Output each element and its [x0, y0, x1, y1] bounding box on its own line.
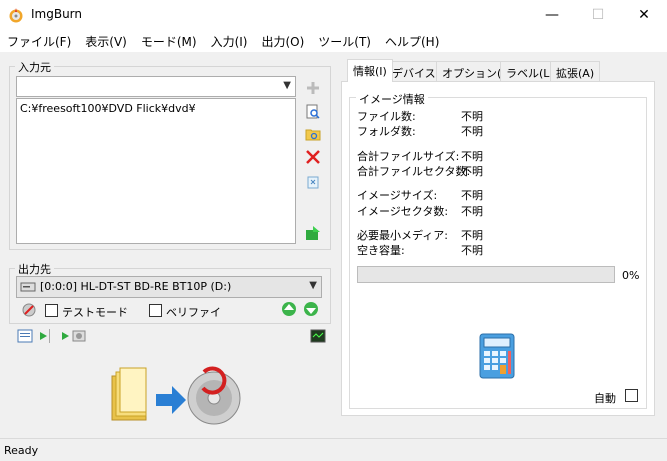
minimize-button[interactable]: — [529, 0, 575, 30]
verify-checkbox[interactable] [149, 304, 162, 317]
image-info-group-label: イメージ情報 [356, 91, 428, 107]
image-size-value: 不明 [461, 189, 483, 202]
window-title: ImgBurn [31, 7, 83, 21]
close-button[interactable]: ✕ [621, 0, 667, 30]
menu-tools[interactable]: ツール(T) [311, 30, 378, 52]
source-combo[interactable]: ▼ [16, 76, 296, 97]
move-down-icon[interactable] [302, 300, 320, 318]
build-illustration [111, 366, 241, 425]
disc-icon [187, 366, 241, 425]
tab-device[interactable]: デバイス [386, 61, 442, 81]
status-text: Ready [4, 444, 39, 457]
image-size-label: イメージサイズ: [357, 189, 438, 202]
total-file-size-label: 合計ファイルサイズ: [357, 150, 460, 163]
imgburn-app-icon [9, 8, 23, 23]
maximize-button[interactable]: ☐ [575, 0, 621, 30]
source-group-label: 入力元 [15, 59, 54, 75]
progress-bar [357, 266, 615, 283]
image-sectors-value: 不明 [461, 205, 483, 218]
folder-icon [111, 367, 147, 421]
total-file-sectors-label: 合計ファイルセクタ数: [357, 165, 471, 178]
source-file-list[interactable]: C:¥freesoft100¥DVD Flick¥dvd¥ [16, 98, 296, 244]
settings-icon[interactable] [70, 327, 88, 345]
menu-help[interactable]: ヘルプ(H) [378, 30, 446, 52]
title-bar: ImgBurn — ☐ ✕ [0, 0, 667, 30]
test-mode-label: テストモード [62, 306, 128, 319]
separator [48, 327, 50, 345]
auto-checkbox[interactable] [625, 389, 638, 402]
free-space-label: 空き容量: [357, 244, 405, 257]
menu-file[interactable]: ファイル(F) [0, 30, 78, 52]
add-icon[interactable] [304, 79, 322, 97]
menu-mode[interactable]: モード(M) [134, 30, 204, 52]
clear-icon[interactable] [304, 173, 322, 191]
menu-output[interactable]: 出力(O) [254, 30, 311, 52]
auto-label: 自動 [594, 392, 616, 405]
total-file-sectors-value: 不明 [461, 165, 483, 178]
menu-input[interactable]: 入力(I) [204, 30, 255, 52]
console-icon[interactable] [309, 327, 327, 345]
browse-folder-icon[interactable] [304, 125, 322, 143]
arrow-right-icon [156, 386, 186, 414]
file-count-value: 不明 [461, 110, 483, 123]
tab-advanced[interactable]: 拡張(A) [550, 61, 601, 81]
file-count-label: ファイル数: [357, 110, 416, 123]
min-media-value: 不明 [461, 229, 483, 242]
drive-select[interactable]: [0:0:0] HL-DT-ST BD-RE BT10P (D:) ▼ [16, 276, 322, 298]
verify-label: ベリファイ [166, 306, 221, 319]
log-icon[interactable] [16, 327, 34, 345]
destination-group-label: 出力先 [15, 261, 54, 277]
drive-icon [20, 282, 36, 292]
chevron-down-icon: ▼ [309, 280, 317, 291]
eject-icon[interactable] [20, 301, 38, 319]
list-item[interactable]: C:¥freesoft100¥DVD Flick¥dvd¥ [20, 102, 292, 115]
chevron-down-icon: ▼ [283, 80, 291, 91]
browse-file-icon[interactable] [304, 103, 322, 121]
tab-information[interactable]: 情報(I) [347, 59, 393, 82]
remove-icon[interactable] [304, 148, 322, 166]
progress-percent: 0% [622, 269, 640, 282]
menu-view[interactable]: 表示(V) [78, 30, 134, 52]
folder-count-label: フォルダ数: [357, 125, 416, 138]
image-sectors-label: イメージセクタ数: [357, 205, 449, 218]
free-space-value: 不明 [461, 244, 483, 257]
test-mode-checkbox[interactable] [45, 304, 58, 317]
move-up-icon[interactable] [280, 300, 298, 318]
folder-count-value: 不明 [461, 125, 483, 138]
build-icon[interactable] [304, 224, 322, 242]
total-file-size-value: 不明 [461, 150, 483, 163]
calculator-icon [479, 333, 515, 379]
min-media-label: 必要最小メディア: [357, 229, 448, 242]
menu-bar: ファイル(F) 表示(V) モード(M) 入力(I) 出力(O) ツール(T) … [0, 30, 667, 52]
status-bar: Ready [0, 438, 667, 461]
